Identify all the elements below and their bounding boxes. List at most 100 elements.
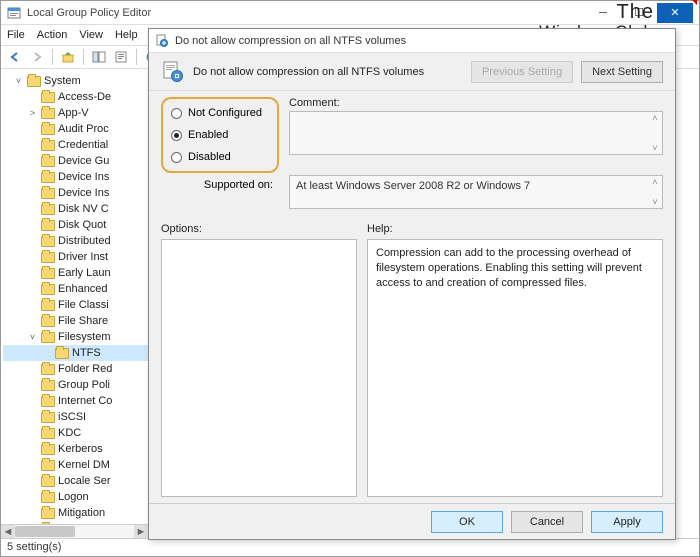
dialog-titlebar: Do not allow compression on all NTFS vol… (149, 29, 675, 53)
folder-icon (27, 76, 41, 87)
help-label: Help: (367, 223, 663, 235)
tree-item[interactable]: Device Ins (3, 185, 148, 201)
show-hide-tree-button[interactable] (89, 47, 109, 67)
tree-label: Kernel DM (58, 459, 110, 471)
tree-item[interactable]: NTFS (3, 345, 148, 361)
folder-icon (41, 460, 55, 471)
tree-item[interactable]: Early Laun (3, 265, 148, 281)
tree-item[interactable]: Kerberos (3, 441, 148, 457)
comment-textarea[interactable]: ˄ ˅ (289, 111, 663, 155)
tree-label: Group Poli (58, 379, 110, 391)
expander-icon[interactable]: ˅ (13, 76, 24, 86)
tree-item[interactable]: Group Poli (3, 377, 148, 393)
tree-label: Disk Quot (58, 219, 106, 231)
apply-button[interactable]: Apply (591, 511, 663, 533)
folder-icon (41, 412, 55, 423)
help-panel: Compression can add to the processing ov… (367, 239, 663, 497)
scroll-right-icon[interactable]: ► (134, 525, 148, 538)
chevron-up-icon[interactable]: ˄ (650, 177, 660, 187)
minimize-button[interactable]: ─ (585, 3, 621, 23)
radio-icon (171, 130, 182, 141)
properties-button[interactable] (111, 47, 131, 67)
maximize-button[interactable]: ☐ (621, 3, 657, 23)
tree-item[interactable]: File Share (3, 313, 148, 329)
folder-icon (41, 172, 55, 183)
radio-disabled[interactable]: Disabled (171, 151, 269, 163)
radio-label: Disabled (188, 151, 231, 163)
folder-icon (41, 92, 55, 103)
tree-item[interactable]: File Classi (3, 297, 148, 313)
tree-panel[interactable]: ˅SystemAccess-De > App-V Audit Proc Credenti… (1, 71, 149, 538)
scroll-left-icon[interactable]: ◄ (1, 525, 15, 538)
back-button[interactable] (5, 47, 25, 67)
tree-item[interactable]: ˅System (3, 73, 148, 89)
tree-item[interactable]: Enhanced (3, 281, 148, 297)
main-titlebar: Local Group Policy Editor ─ ☐ ✕ (1, 1, 699, 25)
menu-file[interactable]: File (7, 29, 25, 41)
radio-icon (171, 152, 182, 163)
tree-label: NTFS (72, 347, 101, 359)
tree-item[interactable]: Mitigation (3, 505, 148, 521)
tree-label: Filesystem (58, 331, 111, 343)
tree-item[interactable]: Locale Ser (3, 473, 148, 489)
options-panel (161, 239, 357, 497)
menu-view[interactable]: View (79, 29, 103, 41)
tree-item[interactable]: > App-V (3, 105, 148, 121)
tree-label: Disk NV C (58, 203, 109, 215)
folder-icon (41, 204, 55, 215)
folder-icon (41, 188, 55, 199)
supported-on-text: At least Windows Server 2008 R2 or Windo… (296, 180, 530, 192)
ok-button[interactable]: OK (431, 511, 503, 533)
tree-item[interactable]: Device Gu (3, 153, 148, 169)
folder-icon (41, 428, 55, 439)
scrollbar-thumb[interactable] (15, 526, 75, 537)
folder-icon (41, 220, 55, 231)
tree-label: File Share (58, 315, 108, 327)
radio-not-configured[interactable]: Not Configured (171, 107, 269, 119)
tree-label: KDC (58, 427, 81, 439)
tree-item[interactable]: Logon (3, 489, 148, 505)
statusbar: 5 setting(s) (1, 538, 699, 556)
previous-setting-button[interactable]: Previous Setting (471, 61, 573, 83)
tree-item[interactable]: Internet Co (3, 393, 148, 409)
tree-label: Internet Co (58, 395, 112, 407)
horizontal-scrollbar[interactable]: ◄ ► (1, 524, 148, 538)
tree-label: App-V (58, 107, 89, 119)
tree-item[interactable]: KDC (3, 425, 148, 441)
chevron-down-icon[interactable]: ˅ (650, 143, 660, 153)
tree-item[interactable]: iSCSI (3, 409, 148, 425)
tree-label: Folder Red (58, 363, 112, 375)
comment-label: Comment: (289, 97, 663, 109)
cancel-button[interactable]: Cancel (511, 511, 583, 533)
dialog-footer: OK Cancel Apply (149, 503, 675, 539)
options-label: Options: (161, 223, 357, 235)
tree-label: Audit Proc (58, 123, 109, 135)
supported-label: Supported on: (161, 175, 279, 209)
menu-action[interactable]: Action (37, 29, 68, 41)
tree-item[interactable]: Disk Quot (3, 217, 148, 233)
radio-icon (171, 108, 182, 119)
expander-icon[interactable]: ˅ (27, 332, 38, 342)
tree-item[interactable]: ˅ Filesystem (3, 329, 148, 345)
next-setting-button[interactable]: Next Setting (581, 61, 663, 83)
tree-item[interactable]: Folder Red (3, 361, 148, 377)
tree-item[interactable]: Access-De (3, 89, 148, 105)
menu-help[interactable]: Help (115, 29, 138, 41)
tree-item[interactable]: Disk NV C (3, 201, 148, 217)
window-controls: ─ ☐ ✕ (585, 3, 693, 23)
tree-item[interactable]: Credential (3, 137, 148, 153)
chevron-down-icon[interactable]: ˅ (650, 197, 660, 207)
tree-item[interactable]: Driver Inst (3, 249, 148, 265)
close-button[interactable]: ✕ (657, 3, 693, 23)
tree-label: Enhanced (58, 283, 108, 295)
up-button[interactable] (58, 47, 78, 67)
folder-icon (41, 396, 55, 407)
chevron-up-icon[interactable]: ˄ (650, 113, 660, 123)
expander-icon[interactable]: > (27, 108, 38, 118)
radio-enabled[interactable]: Enabled (171, 129, 269, 141)
tree-item[interactable]: Distributed (3, 233, 148, 249)
tree-item[interactable]: Device Ins (3, 169, 148, 185)
tree-item[interactable]: Audit Proc (3, 121, 148, 137)
forward-button[interactable] (27, 47, 47, 67)
tree-item[interactable]: Kernel DM (3, 457, 148, 473)
